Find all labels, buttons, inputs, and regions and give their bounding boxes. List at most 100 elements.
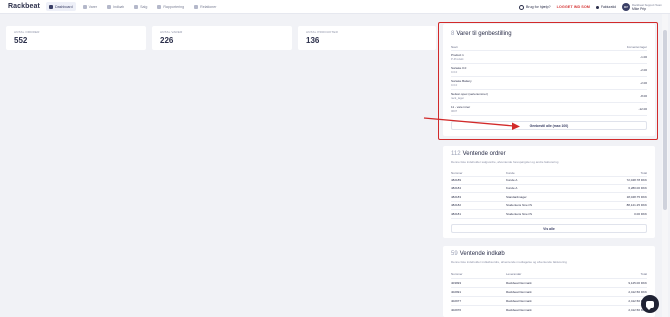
pending-purchases-title-text: Ventende indkøb — [459, 251, 505, 257]
order-number[interactable]: 482182 — [451, 203, 461, 207]
stat-value: 552 — [14, 36, 28, 45]
nav-item-label: Dashboard — [55, 4, 73, 9]
rackbeat-logo[interactable]: Rackbeat — [8, 3, 40, 10]
order-total: 0.00 DKK — [634, 212, 647, 216]
main-nav: Dashboard Varer Indkøb Salg Rapportering… — [46, 2, 220, 11]
cart-link[interactable]: Fakturatid — [595, 5, 617, 9]
pending-orders-title-text: Ventende ordrer — [462, 151, 506, 157]
reorder-all-button[interactable]: Genbestil alle (max 100) — [451, 121, 647, 130]
purchase-total: 2,412.50 DKK — [628, 290, 647, 294]
pending-purchases-title: 59 Ventende indkøb — [451, 251, 505, 257]
people-icon — [194, 4, 199, 9]
divider — [451, 76, 647, 77]
purchase-supplier: Rackbeat Denmark — [506, 308, 532, 312]
divider — [451, 218, 647, 219]
reorder-item-qty: -2.00 — [640, 81, 647, 85]
nav-item-indkob[interactable]: Indkøb — [104, 2, 127, 11]
pending-purchases-subtitle: Denne liste indeholder indkøbsordre, afv… — [451, 260, 567, 264]
divider — [451, 278, 647, 279]
nav-item-label: Rapportering — [163, 4, 185, 9]
purchase-supplier: Rackbeat Denmark — [506, 299, 532, 303]
column-header-expected-stock: Forventet lager — [626, 45, 647, 49]
divider — [451, 115, 647, 116]
send-icon — [49, 4, 53, 9]
pending-purchases-count: 59 — [451, 251, 458, 257]
scrollbar-thumb[interactable] — [663, 30, 667, 210]
stat-card-orders: ANTAL ORDRER 552 — [6, 26, 146, 50]
order-customer: Kunde A — [506, 178, 518, 182]
nav-item-varer[interactable]: Varer — [80, 2, 101, 11]
box-icon — [82, 4, 87, 9]
divider — [451, 209, 647, 210]
nav-item-dashboard[interactable]: Dashboard — [46, 2, 76, 11]
divider — [451, 192, 647, 193]
divider — [451, 184, 647, 185]
nav-item-label: Varer — [88, 4, 98, 9]
page-scrollbar[interactable] — [662, 14, 668, 317]
divider — [451, 305, 647, 306]
order-customer: Kunde A — [506, 186, 518, 190]
column-header-customer: Kunde — [506, 171, 515, 175]
nav-item-rapportering[interactable]: Rapportering — [154, 2, 187, 11]
chart-icon — [157, 4, 162, 9]
order-total: 72,048.78 DKK — [626, 178, 647, 182]
stat-value: 136 — [306, 36, 320, 45]
order-number[interactable]: 482181 — [451, 212, 461, 216]
avatar: MP — [622, 3, 631, 11]
divider — [451, 102, 647, 103]
chat-widget-button[interactable] — [641, 295, 659, 313]
stat-card-items: ANTAL VARER 226 — [152, 26, 292, 50]
reorder-item-qty: -12.00 — [638, 107, 647, 111]
stat-card-products: ANTAL PRODUKTER 136 — [298, 26, 436, 50]
order-number[interactable]: 482183 — [451, 195, 461, 199]
reorder-title: 8 Varer til genbestilling — [451, 31, 512, 37]
nav-item-salg[interactable]: Salg — [131, 2, 150, 11]
purchase-number[interactable]: 403993 — [451, 281, 461, 285]
order-number[interactable]: 482184 — [451, 186, 461, 190]
purchase-number[interactable]: 402991 — [451, 290, 461, 294]
logged-in-as-label[interactable]: LOGGET IND SOM — [557, 5, 590, 9]
divider — [451, 50, 647, 51]
reorder-item-sku: 0.0.0 — [451, 83, 458, 87]
order-total: 6,280.00 DKK — [628, 186, 647, 190]
order-customer: Studentens hine i/S — [506, 203, 533, 207]
reorder-item-qty: -2.00 — [640, 68, 647, 72]
header-actions: Brug for hjælp? LOGGET IND SOM Fakturati… — [519, 2, 662, 12]
stat-label: ANTAL VARER — [160, 30, 183, 34]
divider — [451, 176, 647, 177]
divider — [451, 89, 647, 90]
pending-orders-title: 112 Ventende ordrer — [451, 151, 506, 157]
pending-purchases-panel: 59 Ventende indkøb Denne liste indeholder… — [443, 246, 655, 317]
nav-item-label: Indkøb — [113, 4, 125, 9]
user-menu[interactable]: MP Rackbeat Support Team Mike Prip — [622, 3, 662, 11]
pending-orders-count: 112 — [451, 151, 461, 157]
pending-orders-panel: 112 Ventende ordrer Denne liste indeholde… — [443, 146, 655, 238]
nav-item-relationer[interactable]: Relationer — [191, 2, 219, 11]
column-header-number: Nummer — [451, 272, 463, 276]
reorder-title-text: Varer til genbestilling — [456, 31, 512, 37]
show-all-orders-button[interactable]: Vis alle — [451, 224, 647, 233]
cart-icon — [107, 4, 112, 9]
purchase-number[interactable]: 402976 — [451, 308, 461, 312]
divider — [451, 201, 647, 202]
purchase-total: 9,125.00 DKK — [628, 281, 647, 285]
help-link[interactable]: Brug for hjælp? — [519, 4, 551, 10]
reorder-item-qty: -8.00 — [640, 94, 647, 98]
divider — [451, 63, 647, 64]
user-info: Rackbeat Support Team Mike Prip — [632, 3, 662, 11]
user-name: Mike Prip — [632, 7, 647, 11]
column-header-supplier: Leverandør — [506, 272, 522, 276]
cart-label: Fakturatid — [600, 5, 617, 9]
order-customer: Studentens hine i/S — [506, 212, 533, 216]
purchase-number[interactable]: 402977 — [451, 299, 461, 303]
divider — [451, 296, 647, 297]
chat-bubble-icon — [646, 300, 654, 310]
order-number[interactable]: 482189 — [451, 178, 461, 182]
reorder-item-sku: 0.0.0 — [451, 70, 458, 74]
nav-item-label: Salg — [140, 4, 148, 9]
divider — [451, 287, 647, 288]
order-customer: Standardmager — [506, 195, 527, 199]
pending-orders-subtitle: Denne liste indeholder salgsordre, afven… — [451, 160, 559, 164]
reorder-item-sku: 0007 — [451, 109, 458, 113]
order-total: 18,048.75 DKK — [626, 195, 647, 199]
